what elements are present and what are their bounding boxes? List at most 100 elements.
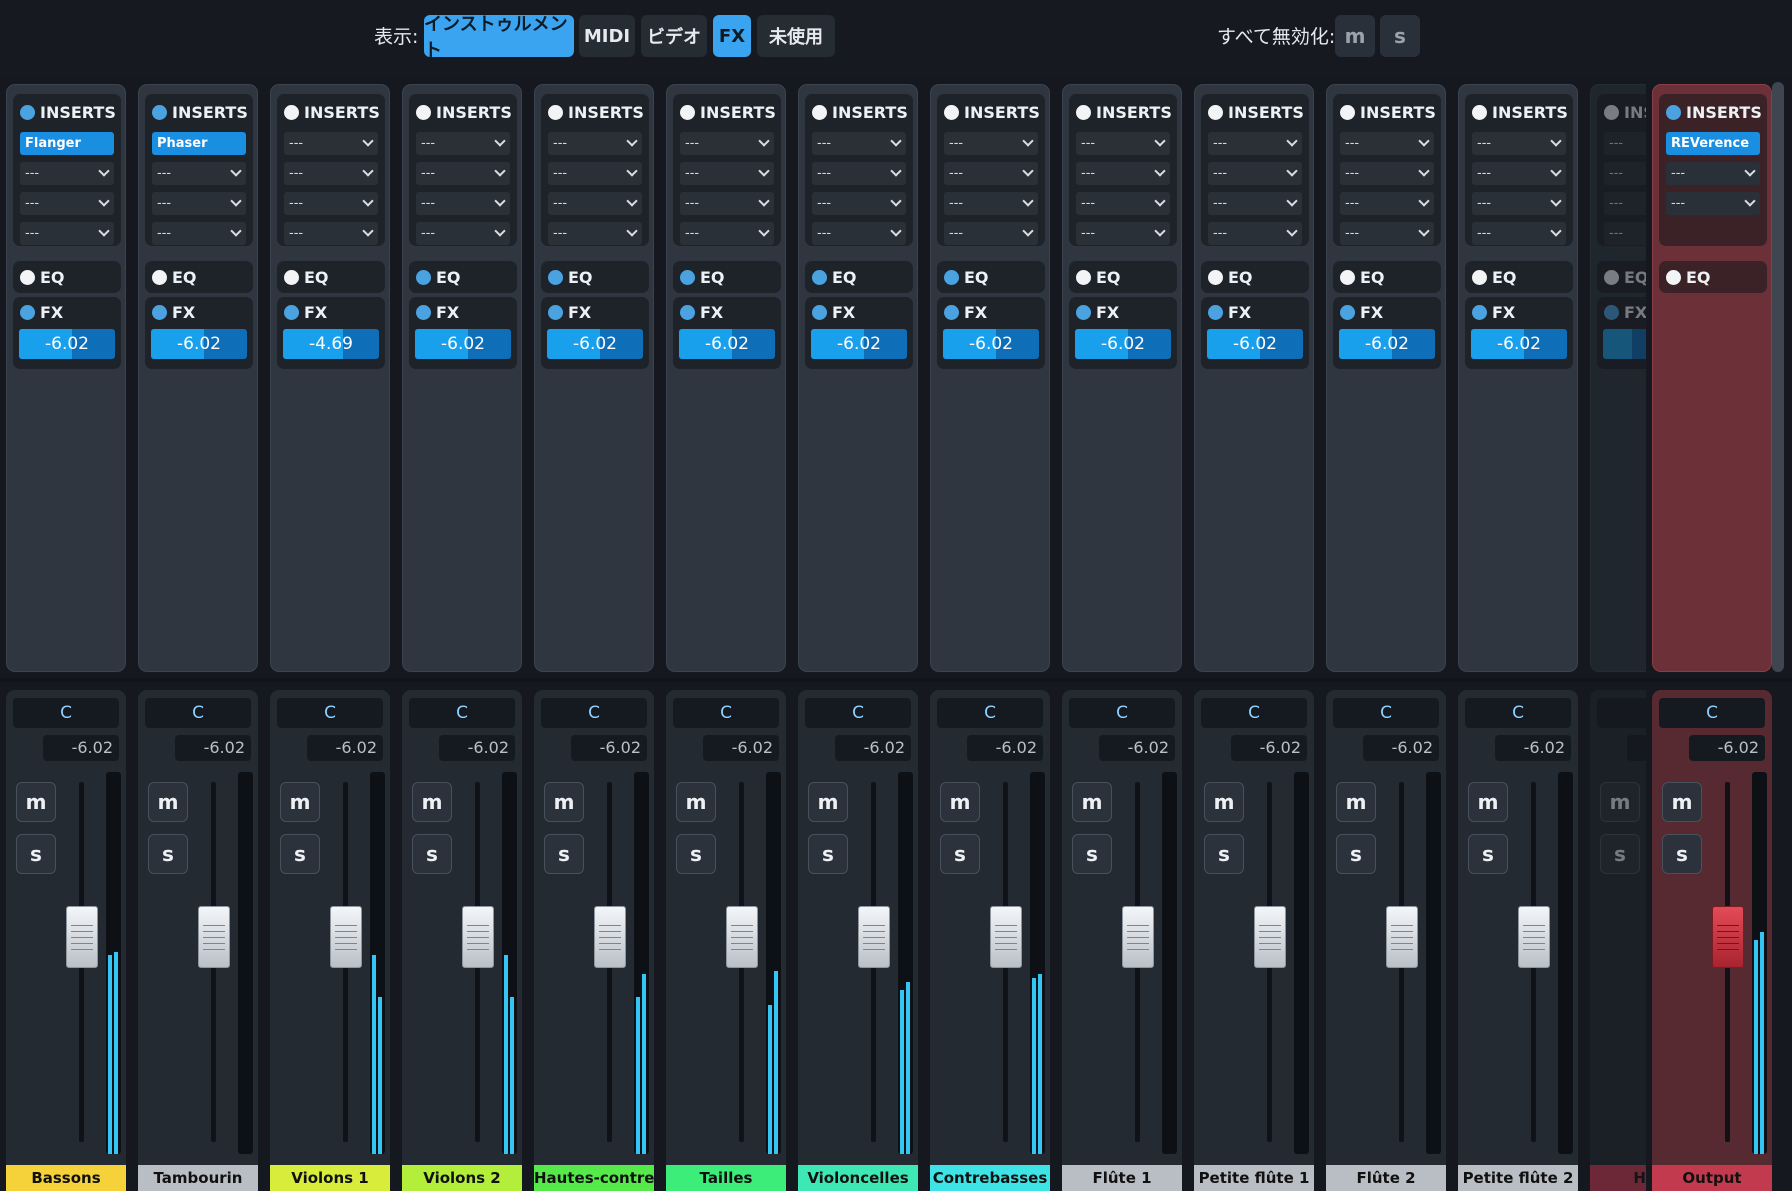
fx-header[interactable]: FX [1076, 303, 1119, 322]
fx-enable-dot[interactable] [680, 305, 695, 320]
fx-enable-dot[interactable] [548, 305, 563, 320]
mute-button[interactable]: m [1600, 782, 1640, 822]
insert-slot-1[interactable]: --- [944, 132, 1038, 155]
eq-enable-dot[interactable] [1076, 270, 1091, 285]
eq-enable-dot[interactable] [1472, 270, 1487, 285]
insert-slot-2[interactable]: --- [548, 162, 642, 185]
eq-header[interactable]: EQ [944, 268, 989, 287]
mute-button[interactable]: m [1662, 782, 1702, 822]
insert-slot-4[interactable]: --- [548, 222, 642, 245]
pan-control[interactable]: C [1201, 698, 1307, 728]
solo-button[interactable]: s [280, 834, 320, 874]
filter-video-button[interactable]: ビデオ [641, 15, 707, 57]
inserts-header[interactable]: INSERTS [548, 103, 644, 122]
insert-slot-4[interactable]: --- [152, 222, 246, 245]
channel-name[interactable]: Petite flûte 1 [1194, 1165, 1314, 1191]
inserts-enable-dot[interactable] [284, 105, 299, 120]
insert-slot-3[interactable]: --- [812, 192, 906, 215]
inserts-header[interactable]: INSERTS [416, 103, 512, 122]
solo-button[interactable]: s [544, 834, 584, 874]
insert-slot-2[interactable]: --- [152, 162, 246, 185]
volume-value[interactable] [1627, 735, 1646, 761]
eq-enable-dot[interactable] [152, 270, 167, 285]
pan-control[interactable] [1597, 698, 1646, 728]
insert-slot-4[interactable]: --- [1076, 222, 1170, 245]
volume-fader[interactable] [1518, 906, 1550, 968]
insert-slot-3[interactable]: --- [944, 192, 1038, 215]
insert-slot-2[interactable]: --- [1604, 162, 1646, 185]
pan-control[interactable]: C [13, 698, 119, 728]
insert-slot-1[interactable]: --- [284, 132, 378, 155]
solo-button[interactable]: s [16, 834, 56, 874]
fx-header[interactable]: FX [548, 303, 591, 322]
volume-fader[interactable] [1254, 906, 1286, 968]
insert-slot-3[interactable]: --- [1666, 192, 1760, 215]
volume-value[interactable]: -6.02 [1099, 735, 1175, 761]
volume-value[interactable]: -6.02 [1231, 735, 1307, 761]
inserts-enable-dot[interactable] [680, 105, 695, 120]
insert-slot-4[interactable]: --- [812, 222, 906, 245]
fx-header[interactable]: FX [944, 303, 987, 322]
fx-send-level[interactable] [1603, 329, 1646, 359]
inserts-enable-dot[interactable] [944, 105, 959, 120]
solo-all-button[interactable]: s [1380, 15, 1420, 57]
channel-name[interactable]: Flûte 2 [1326, 1165, 1446, 1191]
inserts-header[interactable]: INSERTS [1666, 103, 1762, 122]
volume-value[interactable]: -6.02 [703, 735, 779, 761]
volume-fader[interactable] [858, 906, 890, 968]
volume-value[interactable]: -6.02 [571, 735, 647, 761]
inserts-enable-dot[interactable] [1340, 105, 1355, 120]
insert-slot-2[interactable]: --- [1472, 162, 1566, 185]
inserts-header[interactable]: INSERTS [152, 103, 248, 122]
mute-button[interactable]: m [676, 782, 716, 822]
eq-enable-dot[interactable] [680, 270, 695, 285]
inserts-header[interactable]: INSERTS [812, 103, 908, 122]
fx-send-level[interactable]: -6.02 [679, 329, 775, 359]
fx-send-level[interactable]: -6.02 [547, 329, 643, 359]
insert-slot-1[interactable]: Phaser [152, 132, 246, 155]
mute-button[interactable]: m [412, 782, 452, 822]
eq-header[interactable]: EQ [20, 268, 65, 287]
eq-header[interactable]: EQ [1208, 268, 1253, 287]
fx-send-level[interactable]: -6.02 [415, 329, 511, 359]
volume-value[interactable]: -6.02 [175, 735, 251, 761]
channel-name[interactable]: Hau [1590, 1165, 1646, 1191]
fx-header[interactable]: FX [1604, 303, 1646, 322]
eq-enable-dot[interactable] [812, 270, 827, 285]
fx-send-level[interactable]: -6.02 [1207, 329, 1303, 359]
insert-slot-1[interactable]: --- [812, 132, 906, 155]
eq-enable-dot[interactable] [944, 270, 959, 285]
fx-send-level[interactable]: -6.02 [19, 329, 115, 359]
insert-slot-1[interactable]: --- [416, 132, 510, 155]
fx-send-level[interactable]: -6.02 [1471, 329, 1567, 359]
insert-slot-2[interactable]: --- [1076, 162, 1170, 185]
insert-slot-2[interactable]: --- [1340, 162, 1434, 185]
fx-header[interactable]: FX [1208, 303, 1251, 322]
eq-enable-dot[interactable] [1666, 270, 1681, 285]
solo-button[interactable]: s [940, 834, 980, 874]
fx-header[interactable]: FX [680, 303, 723, 322]
eq-enable-dot[interactable] [20, 270, 35, 285]
insert-slot-3[interactable]: --- [1340, 192, 1434, 215]
insert-slot-3[interactable]: --- [1076, 192, 1170, 215]
inserts-header[interactable]: INSERTS [1604, 103, 1646, 122]
inserts-enable-dot[interactable] [1472, 105, 1487, 120]
inserts-header[interactable]: INSERTS [284, 103, 380, 122]
fx-send-level[interactable]: -6.02 [811, 329, 907, 359]
channel-name[interactable]: Violoncelles [798, 1165, 918, 1191]
fx-header[interactable]: FX [812, 303, 855, 322]
mute-button[interactable]: m [940, 782, 980, 822]
insert-slot-3[interactable]: --- [1472, 192, 1566, 215]
fx-send-level[interactable]: -4.69 [283, 329, 379, 359]
solo-button[interactable]: s [412, 834, 452, 874]
fx-header[interactable]: FX [1472, 303, 1515, 322]
solo-button[interactable]: s [808, 834, 848, 874]
insert-slot-4[interactable]: --- [1604, 222, 1646, 245]
insert-slot-3[interactable]: --- [152, 192, 246, 215]
pan-control[interactable]: C [409, 698, 515, 728]
channel-name[interactable]: Bassons [6, 1165, 126, 1191]
inserts-header[interactable]: INSERTS [1472, 103, 1568, 122]
mute-button[interactable]: m [1468, 782, 1508, 822]
channel-name[interactable]: Violons 1 [270, 1165, 390, 1191]
pan-control[interactable]: C [1333, 698, 1439, 728]
